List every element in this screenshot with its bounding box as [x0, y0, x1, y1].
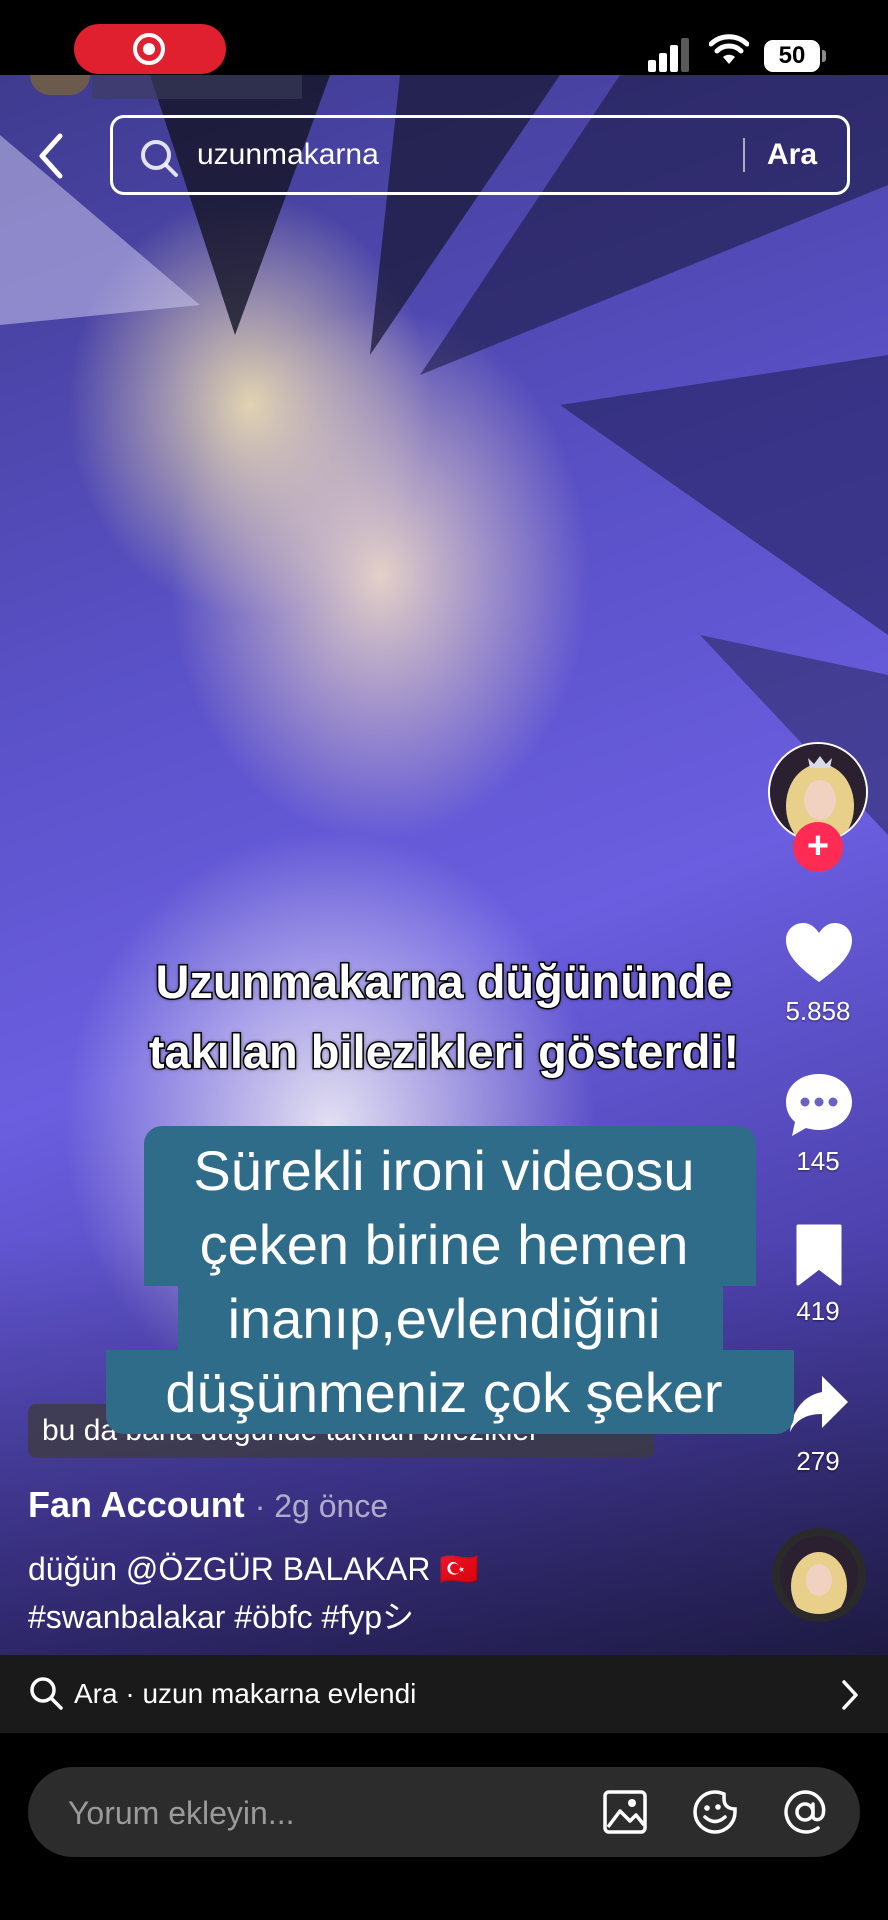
search-bar[interactable]: uzunmakarna Ara: [110, 115, 850, 195]
comment-overlay-line-3: inanıp,evlendiğini: [227, 1287, 661, 1350]
previous-video-strip: [92, 75, 302, 99]
at-icon[interactable]: [782, 1789, 828, 1835]
cellular-signal-icon: [648, 36, 690, 72]
post-time: · 2g önce: [254, 1488, 389, 1524]
sound-avatar-image: [780, 1536, 858, 1614]
comment-icon[interactable]: [784, 1072, 854, 1138]
comment-input-bar[interactable]: [28, 1767, 860, 1857]
status-bar: 50: [0, 0, 888, 75]
chevron-right-icon[interactable]: [840, 1679, 860, 1711]
wifi-icon: [709, 34, 749, 64]
video-caption-line-2: takılan bilezikleri gösterdi!: [147, 1024, 740, 1080]
follow-button[interactable]: +: [793, 822, 843, 872]
post-description-line-1[interactable]: düğün @ÖZGÜR BALAKAR 🇹🇷: [28, 1550, 479, 1588]
search-submit-button[interactable]: Ara: [767, 118, 817, 192]
search-suggestion-bar[interactable]: Ara · uzun makarna evlendi: [0, 1655, 888, 1733]
share-count: 279: [796, 1446, 840, 1476]
screen-recording-indicator[interactable]: [74, 24, 226, 74]
author-name[interactable]: Fan Account: [28, 1484, 245, 1525]
post-author[interactable]: Fan Account · 2g önce: [28, 1484, 388, 1526]
emoji-icon[interactable]: [692, 1789, 738, 1835]
search-query[interactable]: uzunmakarna: [197, 118, 379, 192]
comment-input[interactable]: [66, 1787, 590, 1839]
battery-level: 50: [764, 40, 820, 72]
image-icon[interactable]: [602, 1789, 648, 1835]
back-icon[interactable]: [30, 130, 74, 182]
sound-avatar[interactable]: [772, 1528, 866, 1622]
search-icon: [141, 140, 178, 177]
record-icon: [133, 33, 165, 65]
battery-cap: [822, 50, 826, 62]
search-suggestion-text[interactable]: Ara · uzun makarna evlendi: [74, 1655, 416, 1733]
video-caption-line-1: Uzunmakarna düğününde: [154, 954, 734, 1010]
post-description-hashtags[interactable]: #swanbalakar #öbfc #fypシ: [28, 1592, 414, 1638]
search-icon: [30, 1677, 63, 1710]
comment-overlay-line-2: çeken birine hemen: [199, 1213, 689, 1276]
comment-overlay-line-4: düşünmeniz çok şeker: [165, 1361, 723, 1424]
comment-overlay-line-1: Sürekli ironi videosu: [193, 1139, 695, 1202]
search-divider: [743, 138, 745, 172]
